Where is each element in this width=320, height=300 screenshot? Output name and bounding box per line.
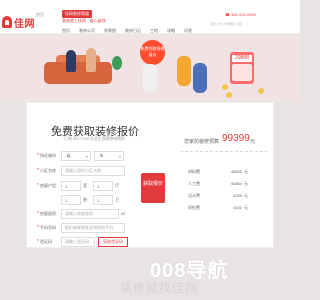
worker-illustration [143,64,157,92]
baths-unit: 卫 [115,197,119,202]
province-select[interactable]: -省- ▾ [61,151,91,161]
area-unit: ㎡ [121,211,125,216]
contact-phone: ☎ 400-000-0000 [225,12,257,17]
area-row: * 房屋面积 请输入房屋面积 ㎡ [37,209,125,219]
divider [180,151,268,152]
phone-row: * 手机号码 报价结果将发送到您的手机 [37,223,125,233]
coin-icon [258,88,264,94]
form-subtitle: 已有 4677764 位业主获取装修报价 [64,136,126,141]
cost-row: 人工费 46864 元 [188,181,248,186]
cost-row: 质检费 1631 元 [188,205,248,210]
worker-illustration [193,63,207,93]
site-tagline: 装修就上佳网 · 省心省钱 [62,18,106,23]
channel-tag[interactable]: 佳网装修频道 [62,10,92,18]
phone-input[interactable]: 报价结果将发送到您的手机 [61,223,125,233]
code-row: * 验证码 请输入验证码 获取验证码 [37,237,128,247]
promo-bubble[interactable]: 免费领取装修报价 [140,40,165,65]
top-header: 佳网 首页 佳网装修频道 装修就上佳网 · 省心省钱 ☎ 400-000-000… [0,0,300,34]
footer-subtitle: 装修就找佳网 [120,281,199,295]
budget-unit: 元 [250,139,256,145]
city-select[interactable]: -市- ▾ [94,151,124,161]
get-code-button[interactable]: 获取验证码 [98,237,128,247]
cost-row: 材料费 46665 元 [188,169,248,174]
get-quote-button[interactable]: 获取报价 [141,173,165,203]
layout-label: 房屋户型 [39,183,56,188]
baths-input[interactable]: 1 [93,195,113,205]
quote-panel: 免费获取装修报价 已有 4677764 位业主获取装修报价 * 所在城市 -省- … [26,102,274,248]
kitchens-unit: 厨 [83,197,87,202]
kitchens-input[interactable]: 1 [61,195,81,205]
secondary-nav[interactable]: 装修公司 | 效果图 | 问答 [210,22,242,26]
area-label: 房屋面积 [39,211,56,216]
area-input[interactable]: 请输入房屋面积 [61,209,119,219]
cost-row: 设计费 4339 元 [188,193,248,198]
code-label: 验证码 [39,239,52,244]
layout-row: * 房屋户型 1 室 1 厅 [37,181,119,191]
calculator-keypad [232,64,252,81]
flame-logo-icon [2,16,12,28]
phone-label: 手机号码 [39,225,56,230]
city-row: * 所在城市 -省- ▾ -市- ▾ [37,151,127,161]
person-illustration [66,50,76,72]
city-label: 所在城市 [39,153,56,158]
budget-panel: 您家的装修预算 99399 元 材料费 46665 元 人工费 46864 元 … [170,103,275,249]
chevron-down-icon: ▾ [118,154,121,159]
layout-row-2: 1 厨 1 卫 [37,195,125,205]
worker-illustration [177,56,191,86]
code-input[interactable]: 请输入验证码 [61,237,95,247]
sofa-illustration [44,62,112,84]
calculator-illustration: 29888 [230,52,254,84]
halls-input[interactable]: 1 [93,181,113,191]
person-illustration [86,48,96,72]
coin-icon [226,92,232,98]
chevron-down-icon: ▾ [85,154,88,159]
rooms-input[interactable]: 1 [61,181,81,191]
community-input[interactable]: 请输入您的小区名称 [61,166,125,176]
community-label: 小区名称 [39,168,56,173]
site-logo[interactable]: 佳网 [2,15,35,30]
rooms-unit: 室 [83,183,87,188]
calculator-display: 29888 [232,55,252,62]
community-row: * 小区名称 请输入您的小区名称 [37,166,125,176]
logo-text: 佳网 [14,18,35,30]
budget-label: 您家的装修预算 [184,139,220,145]
coin-icon [222,84,228,90]
halls-unit: 厅 [115,183,119,188]
budget-value: 99399 [222,133,250,144]
plant-illustration [112,56,122,70]
top-link-home[interactable]: 首页 [36,12,44,18]
